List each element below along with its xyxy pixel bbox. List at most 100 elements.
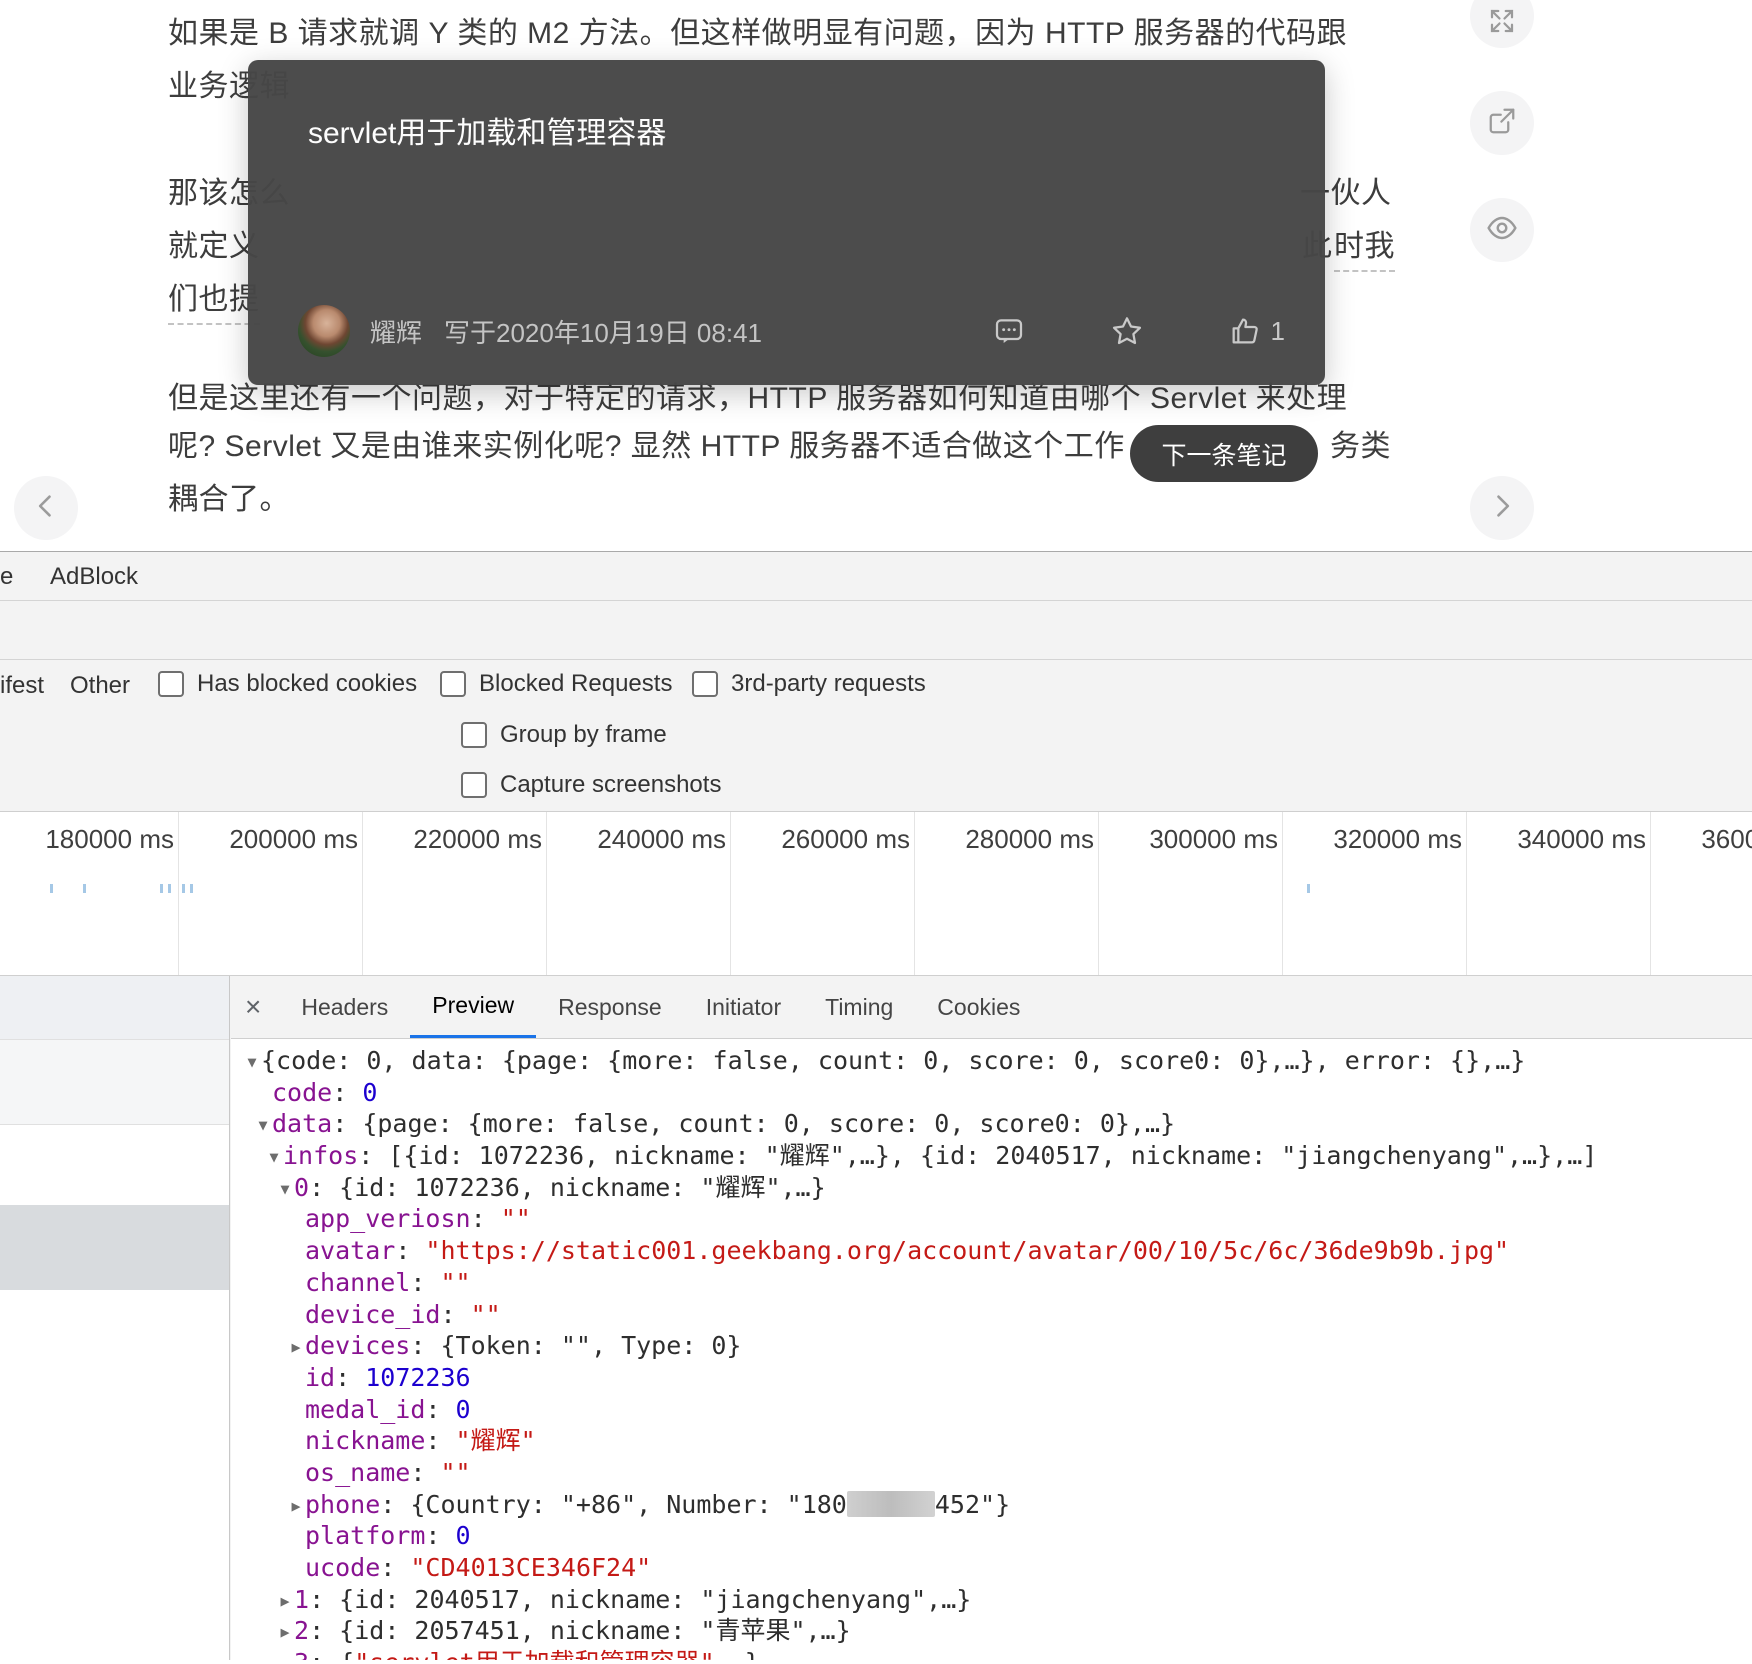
article-line: 耦合了。 <box>168 474 290 518</box>
tab-response[interactable]: Response <box>536 976 684 1038</box>
eye-icon <box>1486 212 1518 249</box>
filter-checkbox[interactable]: 3rd-party requests <box>692 670 926 698</box>
json-segment: 2 <box>294 1616 309 1645</box>
request-row[interactable] <box>0 1125 229 1205</box>
filter-group-by-frame-row: Group by frame <box>0 711 1752 761</box>
json-tree-line[interactable]: device_id: "" <box>231 1299 1752 1331</box>
json-segment: 0 <box>362 1078 377 1107</box>
note-title: servlet用于加载和管理容器 <box>308 108 666 152</box>
json-tree-line[interactable]: ▼infos: [{id: 1072236, nickname: "耀辉",…}… <box>231 1140 1752 1172</box>
json-tree-line[interactable]: os_name: "" <box>231 1457 1752 1489</box>
collapse-arrow-icon[interactable]: ▼ <box>254 1110 272 1142</box>
checkbox-label: Has blocked cookies <box>197 670 417 698</box>
share-button[interactable] <box>1470 91 1534 155</box>
timeline-tick-label: 340000 ms <box>1490 824 1646 855</box>
json-tree-line[interactable]: app_veriosn: "" <box>231 1203 1752 1235</box>
json-tree-line[interactable]: ▶3: {"servlet用于加载和管理容器",…} <box>231 1647 1752 1660</box>
star-icon[interactable] <box>1111 315 1143 347</box>
json-segment: : {id: 1072236, nickname: "耀辉",…} <box>309 1173 826 1202</box>
devtools-tab-adblock[interactable]: AdBlock <box>50 563 138 591</box>
preview-eye-button[interactable] <box>1470 198 1534 262</box>
json-segment: : <box>471 1204 501 1233</box>
json-tree-line[interactable]: ▶1: {id: 2040517, nickname: "jiangchenya… <box>231 1584 1752 1616</box>
timeline-gridline <box>1282 812 1283 975</box>
request-row[interactable] <box>0 976 229 1040</box>
request-list[interactable] <box>0 976 230 1660</box>
expand-arrow-icon[interactable]: ▶ <box>276 1617 294 1649</box>
json-tree-line[interactable]: code: 0 <box>231 1077 1752 1109</box>
checkbox-icon[interactable] <box>461 772 487 798</box>
timeline-gridline <box>1098 812 1099 975</box>
checkbox-icon[interactable] <box>692 671 718 697</box>
group-by-frame-checkbox[interactable]: Group by frame <box>461 721 667 749</box>
comment-icon[interactable] <box>993 315 1025 347</box>
json-segment: : [{id: 1072236, nickname: "耀辉",…}, {id:… <box>358 1141 1597 1170</box>
network-overview-timeline[interactable]: 180000 ms200000 ms220000 ms240000 ms2600… <box>0 812 1752 976</box>
json-tree-line[interactable]: ▶devices: {Token: "", Type: 0} <box>231 1330 1752 1362</box>
timeline-tick-label: 280000 ms <box>938 824 1094 855</box>
annotated-text[interactable]: 时我 <box>1334 221 1395 272</box>
json-tree-line[interactable]: id: 1072236 <box>231 1362 1752 1394</box>
json-segment: ucode <box>305 1553 380 1582</box>
request-row-selected[interactable] <box>0 1205 229 1290</box>
prev-page-button[interactable] <box>14 476 78 540</box>
tab-cookies[interactable]: Cookies <box>915 976 1042 1038</box>
filter-checkbox[interactable]: Blocked Requests <box>440 670 672 698</box>
expand-arrow-icon[interactable]: ▶ <box>276 1649 294 1660</box>
tab-preview[interactable]: Preview <box>410 976 536 1038</box>
tab-headers[interactable]: Headers <box>279 976 410 1038</box>
expand-icon <box>1487 6 1517 41</box>
json-tree-line[interactable]: platform: 0 <box>231 1520 1752 1552</box>
request-row[interactable] <box>0 1290 229 1664</box>
checkbox-icon[interactable] <box>440 671 466 697</box>
json-tree-line[interactable]: ▼data: {page: {more: false, count: 0, sc… <box>231 1108 1752 1140</box>
json-segment: : <box>410 1458 440 1487</box>
tab-timing[interactable]: Timing <box>803 976 915 1038</box>
json-segment: 3 <box>294 1648 309 1660</box>
request-row[interactable] <box>0 1040 229 1125</box>
tab-initiator[interactable]: Initiator <box>684 976 803 1038</box>
collapse-arrow-icon[interactable]: ▼ <box>265 1142 283 1174</box>
collapse-arrow-icon[interactable]: ▼ <box>276 1174 294 1206</box>
timeline-tick-label: 220000 ms <box>386 824 542 855</box>
expand-arrow-icon[interactable]: ▶ <box>287 1332 305 1364</box>
json-tree-line[interactable]: ▶2: {id: 2057451, nickname: "青苹果",…} <box>231 1615 1752 1647</box>
request-activity-tick <box>160 884 163 893</box>
article-line: 就定义 <box>168 221 260 265</box>
json-segment: 1072236 <box>365 1363 470 1392</box>
like-button[interactable]: 1 <box>1229 315 1285 347</box>
timeline-tick-label: 240000 ms <box>570 824 726 855</box>
capture-screenshots-checkbox[interactable]: Capture screenshots <box>461 771 721 799</box>
json-tree-line[interactable]: medal_id: 0 <box>231 1394 1752 1426</box>
json-segment: medal_id <box>305 1395 425 1424</box>
next-note-button[interactable]: 下一条笔记 <box>1130 425 1318 482</box>
json-segment: : { <box>309 1648 354 1660</box>
filter-type-other[interactable]: Other <box>70 672 130 700</box>
json-tree-line[interactable]: ucode: "CD4013CE346F24" <box>231 1552 1752 1584</box>
json-segment: : <box>335 1363 365 1392</box>
fullscreen-button[interactable] <box>1470 0 1534 48</box>
json-tree-line[interactable]: ▼0: {id: 1072236, nickname: "耀辉",…} <box>231 1172 1752 1204</box>
json-tree-line[interactable]: ▼{code: 0, data: {page: {more: false, co… <box>231 1045 1752 1077</box>
next-page-button[interactable] <box>1470 476 1534 540</box>
json-tree-line[interactable]: nickname: "耀辉" <box>231 1425 1752 1457</box>
timeline-tick-label: 260000 ms <box>754 824 910 855</box>
json-segment: {code: 0, data: {page: {more: false, cou… <box>261 1046 1525 1075</box>
json-tree-line[interactable]: channel: "" <box>231 1267 1752 1299</box>
devtools-tab-partial[interactable]: e <box>0 563 13 591</box>
checkbox-icon[interactable] <box>461 722 487 748</box>
json-preview-tree[interactable]: ▼{code: 0, data: {page: {more: false, co… <box>231 1039 1752 1660</box>
json-tree-line[interactable]: ▶phone: {Country: "+86", Number: "180452… <box>231 1489 1752 1521</box>
timeline-gridline <box>178 812 179 975</box>
annotated-text[interactable]: 们也提 <box>168 274 260 325</box>
json-tree-line[interactable]: avatar: "https://static001.geekbang.org/… <box>231 1235 1752 1267</box>
close-icon[interactable]: × <box>245 993 261 1021</box>
expand-arrow-icon[interactable]: ▶ <box>287 1491 305 1523</box>
filter-type-partial[interactable]: ifest <box>0 672 44 700</box>
checkbox-icon[interactable] <box>158 671 184 697</box>
json-segment: : {page: {more: false, count: 0, score: … <box>332 1109 1175 1138</box>
collapse-arrow-icon[interactable]: ▼ <box>243 1047 261 1079</box>
filter-checkbox[interactable]: Has blocked cookies <box>158 670 417 698</box>
expand-arrow-icon[interactable]: ▶ <box>276 1586 294 1618</box>
timeline-tick-label: 300000 ms <box>1122 824 1278 855</box>
